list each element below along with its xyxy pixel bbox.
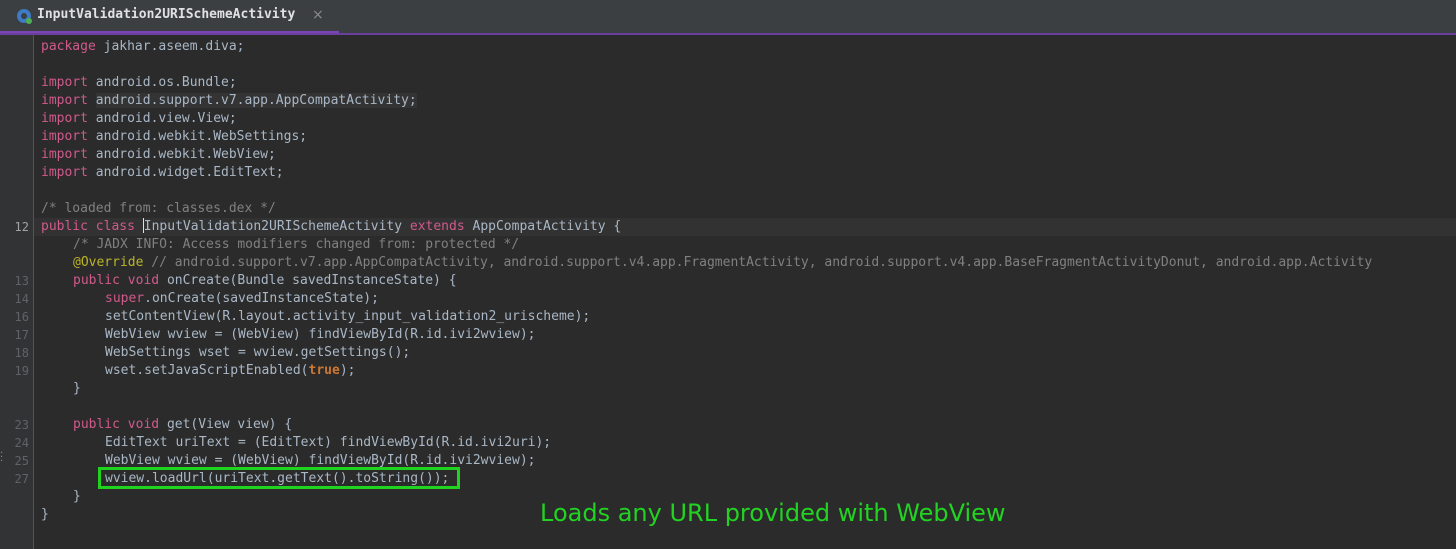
import-path: android.widget.EditText; <box>95 165 284 180</box>
line-number: 13 <box>14 274 29 288</box>
import-path: android.view.View; <box>95 111 237 126</box>
tab-input-validation[interactable]: InputValidation2URISchemeActivity × <box>0 0 339 33</box>
code-line: package jakhar.aseem.diva; <box>0 38 1456 56</box>
line-number: 16 <box>14 310 29 324</box>
tab-title: InputValidation2URISchemeActivity <box>37 7 296 22</box>
java-class-icon <box>17 9 32 24</box>
highlight-box <box>98 467 460 489</box>
keyword: import <box>41 129 88 144</box>
line-number: 17 <box>14 328 29 342</box>
comment: /* loaded from: classes.dex */ <box>41 201 276 216</box>
line-number: 25 <box>14 454 29 468</box>
annotation-override: @Override <box>73 255 144 270</box>
keyword: void <box>127 417 160 432</box>
superclass: AppCompatActivity { <box>472 219 622 234</box>
comment: // android.support.v7.app.AppCompatActiv… <box>151 255 1373 270</box>
keyword: import <box>41 75 88 90</box>
keyword: void <box>127 273 160 288</box>
code-line: 16 setContentView(R.layout.activity_inpu… <box>0 308 1456 326</box>
code-line: 12 public class InputValidation2URISchem… <box>0 218 1456 236</box>
line-number: 23 <box>14 418 29 432</box>
statement: WebView wview = (WebView) findViewById(R… <box>105 327 536 342</box>
keyword: extends <box>409 219 465 234</box>
closing-brace: } <box>73 381 81 396</box>
keyword: super <box>105 291 145 306</box>
comment: /* JADX INFO: Access modifiers changed f… <box>73 237 520 252</box>
code-line: /* JADX INFO: Access modifiers changed f… <box>0 236 1456 254</box>
statement: .onCreate(savedInstanceState); <box>144 291 379 306</box>
statement: wset.setJavaScriptEnabled( <box>105 363 309 378</box>
closing-brace: } <box>73 489 81 504</box>
code-line: import android.webkit.WebSettings; <box>0 128 1456 146</box>
statement-end: ); <box>339 363 356 378</box>
statement: EditText uriText = (EditText) findViewBy… <box>105 435 552 450</box>
code-line: } <box>0 380 1456 398</box>
tab-bar-divider <box>0 33 1456 35</box>
code-line: 19 wset.setJavaScriptEnabled(true); <box>0 362 1456 380</box>
code-line: import android.support.v7.app.AppCompatA… <box>0 92 1456 110</box>
line-number: 19 <box>14 364 29 378</box>
code-line: @Override // android.support.v7.app.AppC… <box>0 254 1456 272</box>
code-line: 23 public void get(View view) { <box>0 416 1456 434</box>
keyword: import <box>41 165 88 180</box>
line-number: 24 <box>14 436 29 450</box>
code-line: /* loaded from: classes.dex */ <box>0 200 1456 218</box>
editor-tab-bar: InputValidation2URISchemeActivity × <box>0 0 1456 34</box>
close-tab-icon[interactable]: × <box>312 7 324 23</box>
keyword: package <box>41 39 96 54</box>
class-name: InputValidation2URISchemeActivity <box>143 219 403 234</box>
keyword: import <box>41 111 88 126</box>
keyword: public <box>73 273 120 288</box>
package-name: jakhar.aseem.diva; <box>103 39 245 54</box>
code-line: import android.widget.EditText; <box>0 164 1456 182</box>
statement: setContentView(R.layout.activity_input_v… <box>105 309 591 324</box>
line-number: 18 <box>14 346 29 360</box>
code-line: 13 public void onCreate(Bundle savedInst… <box>0 272 1456 290</box>
keyword: class <box>95 219 135 234</box>
line-number: 12 <box>14 220 29 234</box>
closing-brace: } <box>41 507 49 522</box>
import-path: android.os.Bundle; <box>95 75 237 90</box>
import-path: android.webkit.WebSettings; <box>95 129 308 144</box>
line-number: 27 <box>14 472 29 486</box>
import-path: android.support.v7.app.AppCompatActivity… <box>95 93 417 108</box>
boolean-literal: true <box>308 363 340 378</box>
code-line: 17 WebView wview = (WebView) findViewByI… <box>0 326 1456 344</box>
keyword: import <box>41 93 88 108</box>
code-line: import android.view.View; <box>0 110 1456 128</box>
keyword: import <box>41 147 88 162</box>
method-signature: get(View view) { <box>166 417 293 432</box>
code-line: 24 EditText uriText = (EditText) findVie… <box>0 434 1456 452</box>
method-signature: onCreate(Bundle savedInstanceState) { <box>166 273 457 288</box>
code-line: import android.webkit.WebView; <box>0 146 1456 164</box>
statement: WebSettings wset = wview.getSettings(); <box>105 345 411 360</box>
import-path: android.webkit.WebView; <box>95 147 276 162</box>
code-line: import android.os.Bundle; <box>0 74 1456 92</box>
keyword: public <box>41 219 88 234</box>
code-line: 18 WebSettings wset = wview.getSettings(… <box>0 344 1456 362</box>
code-line: 14 super.onCreate(savedInstanceState); <box>0 290 1456 308</box>
keyword: public <box>73 417 120 432</box>
annotation-text: Loads any URL provided with WebView <box>540 499 1006 527</box>
line-number: 14 <box>14 292 29 306</box>
